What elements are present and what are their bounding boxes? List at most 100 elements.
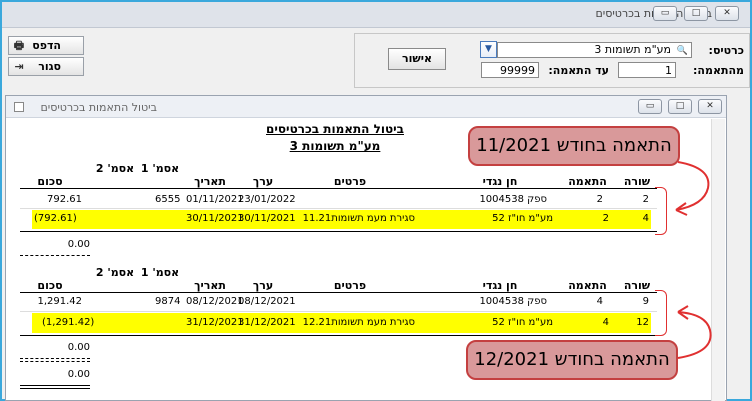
- total-divider: [20, 361, 90, 362]
- report-maximize-button[interactable]: □: [668, 99, 692, 114]
- cell-match: 2: [602, 213, 609, 224]
- arrow-december-icon: [677, 305, 712, 359]
- header-divider: [20, 292, 657, 293]
- cell-date: 31/12/2021: [186, 317, 244, 328]
- col-header-counter-account: חן נגדי: [482, 279, 518, 292]
- row-divider: [20, 311, 657, 312]
- account-select[interactable]: מע"מ תשומות 3 🔍: [497, 42, 692, 58]
- cell-counter-account: ספק 1004538: [479, 194, 547, 205]
- cell-ref1: 6555: [155, 194, 181, 205]
- minimize-icon: ▭: [660, 8, 670, 18]
- col-header-date: תאריך: [194, 279, 226, 292]
- cell-ref1: 9874: [155, 296, 181, 307]
- row-divider: [20, 335, 657, 336]
- group-total: 0.00: [67, 342, 90, 353]
- printer-icon: 🖶: [13, 39, 25, 52]
- close-icon: ✕: [723, 8, 731, 18]
- col-header-ref2: אסמ' 2: [95, 266, 135, 279]
- print-button-label: הדפס: [32, 39, 61, 52]
- cell-amount: (792.61): [34, 213, 77, 224]
- grand-total: 0.00: [67, 369, 90, 380]
- col-header-details: פרטים: [333, 175, 367, 188]
- from-match-input[interactable]: [618, 62, 676, 78]
- minimize-button[interactable]: ▭: [653, 6, 677, 21]
- to-match-input[interactable]: [481, 62, 539, 78]
- report-doc-icon: [14, 102, 24, 112]
- col-header-ref2: אסמ' 2: [95, 162, 135, 175]
- report-close-button[interactable]: ✕: [698, 99, 722, 114]
- cell-counter-account: ספק 1004538: [479, 296, 547, 307]
- maximize-icon: □: [675, 101, 685, 111]
- col-header-match: התאמה: [568, 279, 607, 292]
- cell-match: 4: [596, 296, 603, 307]
- cell-date: 01/11/2021: [186, 194, 244, 205]
- callout-november: התאמה בחודש 11/2021: [468, 126, 680, 166]
- col-header-row: שורה: [623, 279, 651, 292]
- cell-date: 30/11/2021: [186, 213, 244, 224]
- arrow-november-icon: [675, 161, 710, 216]
- lookup-icon: 🔍: [676, 46, 688, 56]
- row-divider: [20, 231, 657, 232]
- cell-amount: 792.61: [47, 194, 82, 205]
- table-row-highlighted[interactable]: 12 4 מע"מ חו"ז 52 סגירת מעמ תשומות12.21 …: [32, 313, 651, 333]
- col-header-date: תאריך: [194, 175, 226, 188]
- table-row-highlighted[interactable]: 4 2 מע"מ חו"ז 52 סגירת מעמ תשומות11.21 3…: [32, 210, 651, 229]
- exit-icon: ⇥: [14, 60, 24, 73]
- cell-counter-account: מע"מ חו"ז 52: [492, 317, 553, 328]
- account-select-value: מע"מ תשומות 3: [594, 43, 671, 56]
- cell-row: 4: [642, 213, 649, 224]
- account-label: כרטיס:: [708, 44, 744, 57]
- cell-amount: 1,291.42: [37, 296, 82, 307]
- close-button[interactable]: ⇥ סגור: [8, 57, 84, 76]
- callout-december: התאמה בחודש 12/2021: [466, 340, 678, 380]
- report-title: ביטול התאמות בכרטיסים: [266, 122, 404, 136]
- col-header-value-date: ערך: [252, 175, 274, 188]
- cell-value-date: 31/12/2021: [238, 317, 296, 328]
- report-minimize-button[interactable]: ▭: [638, 99, 662, 114]
- cell-row: 9: [642, 296, 649, 307]
- cell-amount: (1,291.42): [42, 317, 95, 328]
- chevron-down-icon: ▼: [485, 44, 492, 54]
- cell-row: 12: [636, 317, 649, 328]
- row-divider: [20, 208, 657, 209]
- total-divider: [20, 358, 90, 359]
- report-subtitle: מע"מ תשומות 3: [289, 139, 381, 153]
- cell-details: סגירת מעמ תשומות12.21: [302, 317, 415, 328]
- grand-total-divider: [20, 385, 90, 386]
- print-button[interactable]: 🖶 הדפס: [8, 36, 84, 55]
- maximize-button[interactable]: □: [684, 6, 708, 21]
- grand-total-divider: [20, 388, 90, 389]
- report-window-title: ביטול התאמות בכרטיסים: [40, 101, 157, 114]
- col-header-value-date: ערך: [252, 279, 274, 292]
- col-header-amount: סכום: [37, 279, 63, 292]
- col-header-match: התאמה: [568, 175, 607, 188]
- account-dropdown-button[interactable]: ▼: [480, 41, 497, 58]
- header-divider: [20, 188, 657, 189]
- cell-value-date: 30/11/2021: [238, 213, 296, 224]
- col-header-row: שורה: [623, 175, 651, 188]
- group-total: 0.00: [67, 239, 90, 250]
- cell-row: 2: [642, 194, 649, 205]
- col-header-counter-account: חן נגדי: [482, 175, 518, 188]
- cell-details: סגירת מעמ תשומות11.21: [302, 213, 415, 224]
- cell-match: 2: [596, 194, 603, 205]
- col-header-amount: סכום: [37, 175, 63, 188]
- close-icon: ✕: [706, 101, 714, 111]
- minimize-icon: ▭: [645, 101, 655, 111]
- cell-value-date: 08/12/2021: [238, 296, 296, 307]
- to-match-label: עד התאמה:: [548, 64, 609, 77]
- total-divider: [20, 255, 90, 256]
- table-row[interactable]: 9 4 ספק 1004538 08/12/2021 08/12/2021 98…: [20, 294, 657, 310]
- confirm-button[interactable]: אישור: [388, 48, 446, 70]
- maximize-icon: □: [691, 8, 701, 18]
- cell-value-date: 23/01/2022: [238, 194, 296, 205]
- col-header-details: פרטים: [333, 279, 367, 292]
- cell-match: 4: [602, 317, 609, 328]
- col-header-ref1: אסמ' 1: [140, 266, 180, 279]
- from-match-label: מהתאמה:: [693, 64, 744, 77]
- close-window-button[interactable]: ✕: [715, 6, 739, 21]
- col-header-ref1: אסמ' 1: [140, 162, 180, 175]
- cell-date: 08/12/2021: [186, 296, 244, 307]
- table-row[interactable]: 2 2 ספק 1004538 23/01/2022 01/11/2021 65…: [20, 192, 657, 208]
- cell-counter-account: מע"מ חו"ז 52: [492, 213, 553, 224]
